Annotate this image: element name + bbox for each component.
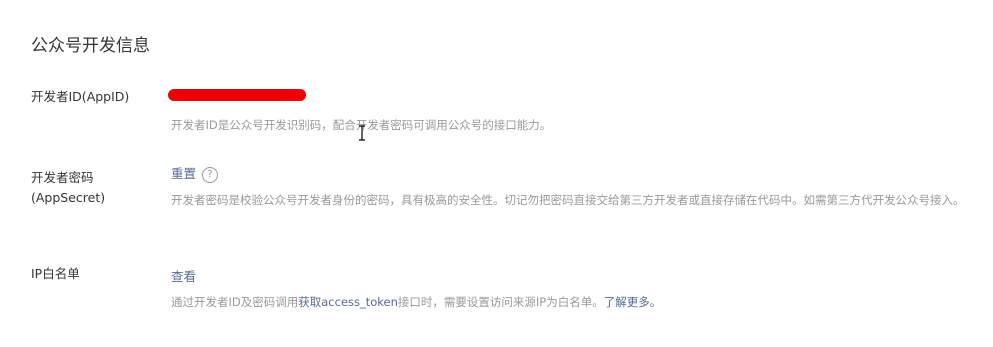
ip-whitelist-label: IP白名单 <box>31 266 80 281</box>
text-cursor-icon <box>359 125 365 141</box>
section-title: 公众号开发信息 <box>31 36 150 56</box>
ip-desc-prefix: 通过开发者ID及密码调用 <box>171 295 299 309</box>
appsecret-label-line1: 开发者密码 <box>31 170 94 185</box>
ip-desc-suffix: 接口时，需要设置访问来源IP为白名单。 <box>397 295 604 309</box>
appsecret-label-line2: (AppSecret) <box>31 190 106 205</box>
appid-value-redacted <box>168 89 306 101</box>
ip-whitelist-description: 通过开发者ID及密码调用获取access_token接口时，需要设置访问来源IP… <box>171 291 661 313</box>
appid-description: 开发者ID是公众号开发识别码，配合开发者密码可调用公众号的接口能力。 <box>171 118 552 132</box>
ip-whitelist-actions: 查看 <box>171 266 196 285</box>
appsecret-label: 开发者密码 (AppSecret) <box>31 168 105 208</box>
learn-more-link[interactable]: 了解更多。 <box>604 295 662 309</box>
appsecret-description: 开发者密码是校验公众号开发者身份的密码，具有极高的安全性。切记勿把密码直接交给第… <box>171 193 965 207</box>
appid-label: 开发者ID(AppID) <box>31 89 130 104</box>
appsecret-actions: 重置? <box>171 163 219 183</box>
question-circle-icon[interactable]: ? <box>202 167 219 183</box>
access-token-link[interactable]: 获取access_token <box>298 295 398 309</box>
reset-secret-link[interactable]: 重置 <box>171 166 196 181</box>
view-ip-whitelist-link[interactable]: 查看 <box>171 269 196 284</box>
